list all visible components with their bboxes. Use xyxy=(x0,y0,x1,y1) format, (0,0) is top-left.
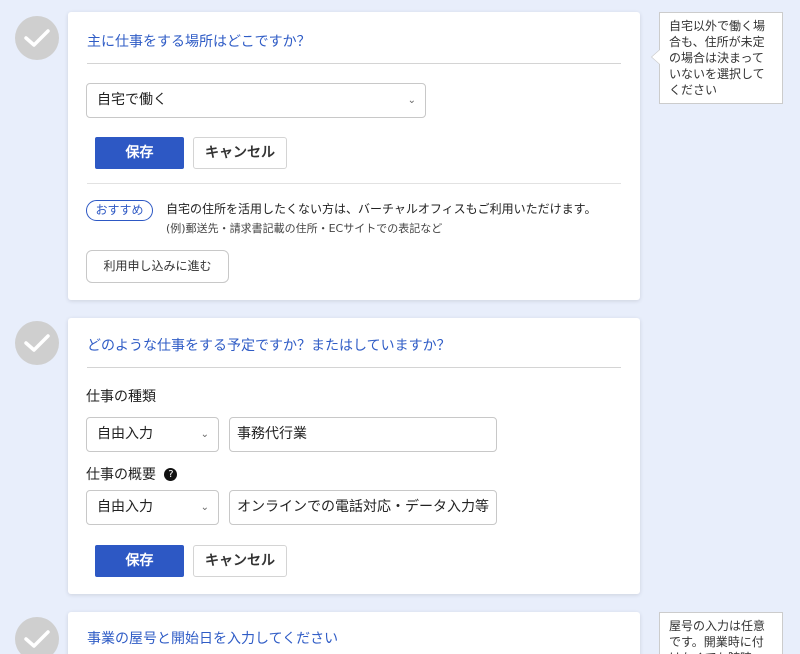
card-title: 主に仕事をする場所はどこですか？ xyxy=(87,31,621,64)
work-summary-input[interactable]: オンラインでの電話対応・データ入力等 xyxy=(229,490,497,525)
divider xyxy=(87,183,621,184)
apply-button[interactable]: 利用申し込みに進む xyxy=(86,250,229,283)
save-button[interactable]: 保存 xyxy=(95,545,184,577)
completed-check-icon xyxy=(15,321,59,365)
recommend-text: 自宅の住所を活用したくない方は、バーチャルオフィスもご利用いただけます。 xyxy=(166,202,597,216)
cancel-button[interactable]: キャンセル xyxy=(193,545,287,577)
save-button[interactable]: 保存 xyxy=(95,137,184,169)
work-description-card: どのような仕事をする予定ですか？またはしていますか？ 仕事の種類 自由入力 ⌄ … xyxy=(68,318,640,594)
card-title: 事業の屋号と開始日を入力してください xyxy=(87,631,339,647)
select-value: 自由入力 xyxy=(97,499,153,515)
work-location-tooltip: 自宅以外で働く場合も、住所が未定の場合は決まっていないを選択してください xyxy=(651,12,783,104)
completed-check-icon xyxy=(15,617,59,654)
select-value: 自宅で働く xyxy=(97,92,167,108)
recommend-badge: おすすめ xyxy=(86,200,153,221)
recommend-subtext: (例)郵送先・請求書記載の住所・ECサイトでの表記など xyxy=(166,222,443,235)
business-name-card: 事業の屋号と開始日を入力してください xyxy=(68,612,640,654)
chevron-down-icon: ⌄ xyxy=(200,502,209,513)
card-title: どのような仕事をする予定ですか？またはしていますか？ xyxy=(87,335,621,368)
work-summary-label: 仕事の概要 ? xyxy=(86,464,178,484)
cancel-button[interactable]: キャンセル xyxy=(193,137,287,169)
work-type-label: 仕事の種類 xyxy=(86,389,156,405)
work-summary-select[interactable]: 自由入力 ⌄ xyxy=(86,490,219,525)
work-type-input[interactable]: 事務代行業 xyxy=(229,417,497,452)
chevron-down-icon: ⌄ xyxy=(200,429,209,440)
business-name-tooltip: 屋号の入力は任意です。開業時に付けなくても随時 xyxy=(659,612,783,654)
select-value: 自由入力 xyxy=(97,426,153,442)
work-location-select[interactable]: 自宅で働く ⌄ xyxy=(86,83,426,118)
work-type-select[interactable]: 自由入力 ⌄ xyxy=(86,417,219,452)
chevron-down-icon: ⌄ xyxy=(407,95,416,106)
work-location-card: 主に仕事をする場所はどこですか？ 自宅で働く ⌄ 保存 キャンセル おすすめ 自… xyxy=(68,12,640,300)
help-icon[interactable]: ? xyxy=(164,468,178,481)
completed-check-icon xyxy=(15,16,59,60)
